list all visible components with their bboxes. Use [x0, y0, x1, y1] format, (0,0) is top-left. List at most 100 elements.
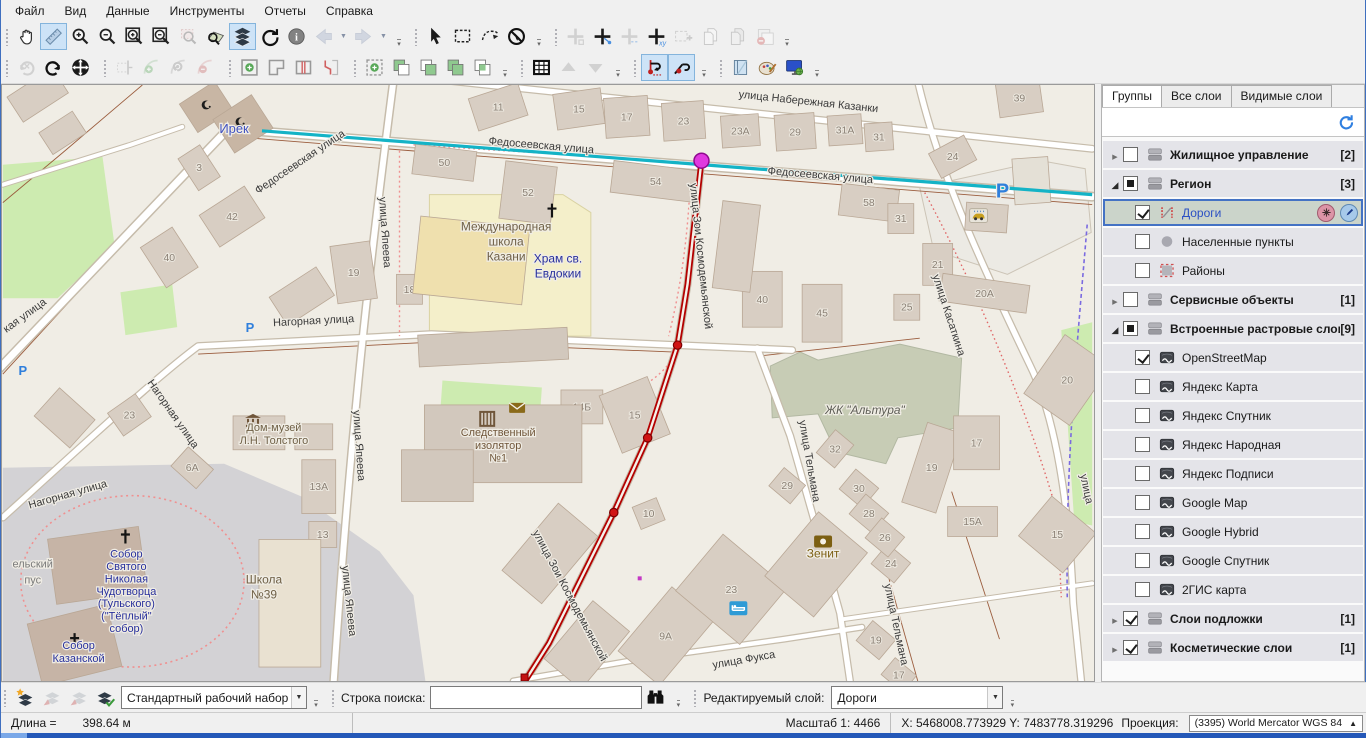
expand-arrow[interactable]	[1107, 177, 1123, 191]
zoom-style-button[interactable]	[202, 23, 229, 50]
layer-checkbox[interactable]	[1135, 495, 1150, 510]
expand-arrow[interactable]	[1107, 322, 1123, 336]
add-point-snap-button[interactable]	[589, 23, 616, 50]
projection-dropdown[interactable]: (3395) World Mercator WGS 84 ▲	[1189, 715, 1363, 732]
overlay-union-button[interactable]	[388, 54, 415, 81]
trim-button[interactable]	[111, 54, 138, 81]
layer-tree-row[interactable]: Google Hybrid	[1103, 518, 1363, 545]
snap-badge[interactable]	[1317, 204, 1335, 222]
tab-all-layers[interactable]: Все слои	[1161, 85, 1232, 107]
workspace-revert-button[interactable]	[65, 684, 92, 711]
tab-visible-layers[interactable]: Видимые слои	[1231, 85, 1333, 107]
split-object-button[interactable]	[290, 54, 317, 81]
edit-badge[interactable]	[1340, 204, 1358, 222]
search-input[interactable]	[430, 686, 642, 709]
delete-frame-button[interactable]	[751, 23, 778, 50]
pan-tool-button[interactable]	[13, 23, 40, 50]
search-button[interactable]	[642, 684, 669, 711]
layer-tree-row[interactable]: Сервисные объекты [1]	[1103, 286, 1363, 313]
workspace-select[interactable]: Стандартный рабочий набор ▼	[121, 686, 307, 709]
menu-item[interactable]: Данные	[96, 2, 159, 20]
layer-checkbox[interactable]	[1135, 553, 1150, 568]
layer-tree-row[interactable]: Яндекс Подписи	[1103, 460, 1363, 487]
remove-arc-button[interactable]	[192, 54, 219, 81]
snap-to-nodes-button[interactable]	[641, 54, 668, 81]
map-view[interactable]: 1115172323А2931А315052545834240191840452…	[1, 84, 1095, 682]
layer-checkbox[interactable]	[1123, 640, 1138, 655]
overlay-subtract-button[interactable]	[415, 54, 442, 81]
toolbar-overflow[interactable]	[781, 40, 793, 51]
move-up-button[interactable]	[555, 54, 582, 81]
toolbar-overflow[interactable]	[393, 40, 405, 51]
layer-checkbox[interactable]	[1123, 292, 1138, 307]
overlay-symmetric-button[interactable]	[469, 54, 496, 81]
new-map-window-button[interactable]	[781, 54, 808, 81]
layer-checkbox[interactable]	[1135, 205, 1150, 220]
layer-tree-row[interactable]: Слои подложки [1]	[1103, 605, 1363, 632]
clear-selection-button[interactable]	[503, 23, 530, 50]
zoom-out-fixed-button[interactable]	[148, 23, 175, 50]
layer-tree-row[interactable]: 2ГИС карта	[1103, 576, 1363, 603]
tab-groups[interactable]: Группы	[1102, 85, 1162, 107]
zoom-selection-button[interactable]	[175, 23, 202, 50]
zoom-in-button[interactable]	[67, 23, 94, 50]
layer-tree-row[interactable]: Жилищное управление [2]	[1103, 141, 1363, 168]
layer-checkbox[interactable]	[1135, 437, 1150, 452]
zoom-in-fixed-button[interactable]	[121, 23, 148, 50]
menu-item[interactable]: Отчеты	[254, 2, 315, 20]
rotate-arc-button[interactable]	[165, 54, 192, 81]
layer-checkbox[interactable]	[1135, 234, 1150, 249]
layer-checkbox[interactable]	[1135, 524, 1150, 539]
add-area-button[interactable]	[361, 54, 388, 81]
toolbar-overflow[interactable]	[612, 71, 624, 82]
layer-tree-row[interactable]: Google Map	[1103, 489, 1363, 516]
layer-tree-row[interactable]: Яндекс Народная	[1103, 431, 1363, 458]
expand-arrow[interactable]	[1107, 148, 1123, 162]
toolbar-overflow[interactable]	[672, 701, 684, 712]
add-point-coords-button[interactable]	[643, 23, 670, 50]
layer-checkbox[interactable]	[1135, 408, 1150, 423]
layer-tree-row[interactable]: Регион [3]	[1103, 170, 1363, 197]
add-arc-button[interactable]	[138, 54, 165, 81]
layer-checkbox[interactable]	[1135, 379, 1150, 394]
attribute-table-button[interactable]	[528, 54, 555, 81]
layer-tree-row[interactable]: Яндекс Карта	[1103, 373, 1363, 400]
layer-checkbox[interactable]	[1123, 611, 1138, 626]
add-ring-button[interactable]	[236, 54, 263, 81]
layer-tree-row[interactable]: Google Спутник	[1103, 547, 1363, 574]
layer-tree-row[interactable]: Районы	[1103, 257, 1363, 284]
toolbar-overflow[interactable]	[533, 40, 545, 51]
select-tool-button[interactable]	[422, 23, 449, 50]
layer-checkbox[interactable]	[1123, 176, 1138, 191]
history-back-button[interactable]	[310, 23, 337, 50]
add-point-curve-button[interactable]	[616, 23, 643, 50]
layer-checkbox[interactable]	[1123, 147, 1138, 162]
menu-item[interactable]: Файл	[5, 2, 55, 20]
toolbar-overflow[interactable]	[310, 701, 322, 712]
toolbar-overflow[interactable]	[811, 71, 823, 82]
measure-length-button[interactable]	[40, 23, 67, 50]
layer-checkbox[interactable]	[1135, 466, 1150, 481]
layer-tree-row[interactable]: OpenStreetMap	[1103, 344, 1363, 371]
menu-item[interactable]: Инструменты	[160, 2, 255, 20]
dropdown-arrow[interactable]: ▼	[337, 24, 350, 49]
layer-tree-row[interactable]: Косметические слои [1]	[1103, 634, 1363, 661]
expand-arrow[interactable]	[1107, 612, 1123, 626]
layer-tree-row[interactable]: Встроенные растровые слои [9]	[1103, 315, 1363, 342]
info-tool-button[interactable]	[283, 23, 310, 50]
undo-button[interactable]	[13, 54, 40, 81]
editable-layer-select[interactable]: Дороги ▼	[831, 686, 1003, 709]
cut-line-button[interactable]	[317, 54, 344, 81]
styles-button[interactable]	[754, 54, 781, 81]
layers-visibility-button[interactable]	[229, 23, 256, 50]
copy-button[interactable]	[697, 23, 724, 50]
overlay-intersect-button[interactable]	[442, 54, 469, 81]
refresh-map-button[interactable]	[256, 23, 283, 50]
move-objects-button[interactable]	[67, 54, 94, 81]
layer-checkbox[interactable]	[1135, 263, 1150, 278]
menu-item[interactable]: Справка	[316, 2, 383, 20]
rect-select-button[interactable]	[449, 23, 476, 50]
cut-polygon-button[interactable]	[263, 54, 290, 81]
paste-button[interactable]	[724, 23, 751, 50]
legend-button[interactable]	[727, 54, 754, 81]
